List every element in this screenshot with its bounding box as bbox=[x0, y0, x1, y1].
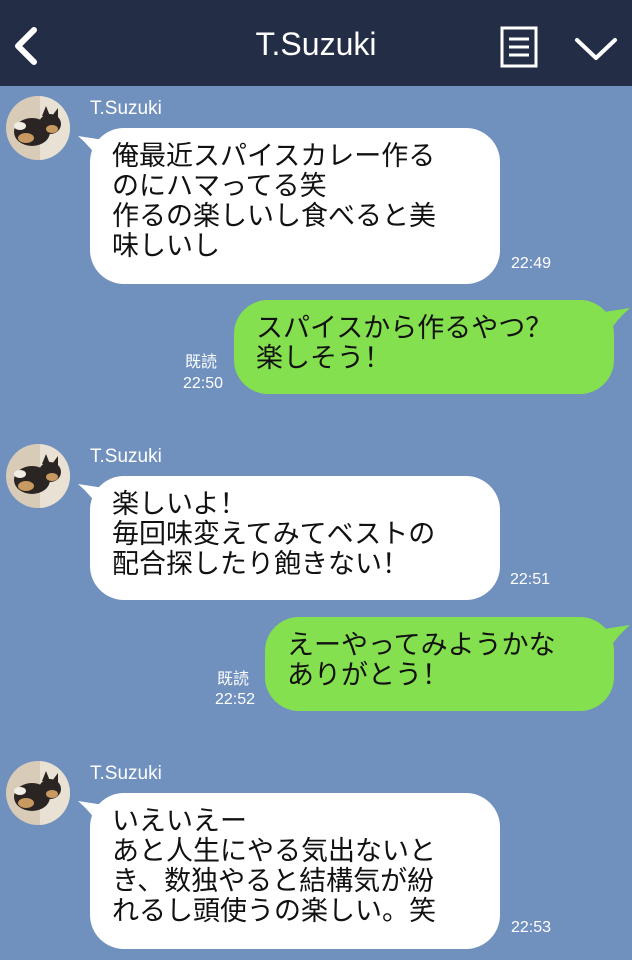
avatar[interactable] bbox=[6, 444, 70, 508]
message-bubble[interactable]: スパイスから作るやつ？ 楽しそう！ bbox=[234, 300, 614, 394]
sender-name: T.Suzuki bbox=[90, 98, 162, 119]
sender-name: T.Suzuki bbox=[90, 763, 162, 784]
avatar[interactable] bbox=[6, 761, 70, 825]
message-time: 22:49 bbox=[511, 255, 552, 272]
bubble-tail bbox=[604, 625, 630, 651]
chat-header: T.Suzuki bbox=[0, 0, 632, 86]
message-time: 22:53 bbox=[511, 919, 552, 936]
message-time: 22:51 bbox=[510, 571, 551, 588]
dog-avatar-icon bbox=[6, 761, 70, 825]
message-bubble[interactable]: いえいえー あと人生にやる気出ないと き、数独やると結構気が紛 れるし頭使うの楽… bbox=[90, 793, 500, 949]
dog-avatar-icon bbox=[6, 96, 70, 160]
message-time: 22:50 bbox=[183, 375, 224, 392]
message-bubble[interactable]: 楽しいよ！ 毎回味変えてみてベストの 配合探したり飽きない！ bbox=[90, 476, 500, 600]
bubble-tail bbox=[604, 308, 630, 334]
chevron-down-icon[interactable] bbox=[574, 36, 618, 62]
message-bubble[interactable]: 俺最近スパイスカレー作る のにハマってる笑 作るの楽しいし食べると美 味しいし bbox=[90, 128, 500, 284]
message-time: 22:52 bbox=[215, 691, 256, 708]
dog-avatar-icon bbox=[6, 444, 70, 508]
avatar[interactable] bbox=[6, 96, 70, 160]
message-bubble[interactable]: えーやってみようかな ありがとう！ bbox=[265, 617, 614, 711]
read-receipt: 既読 bbox=[217, 669, 250, 688]
notes-menu-icon[interactable] bbox=[500, 26, 538, 68]
read-receipt: 既読 bbox=[185, 352, 218, 371]
sender-name: T.Suzuki bbox=[90, 446, 162, 467]
